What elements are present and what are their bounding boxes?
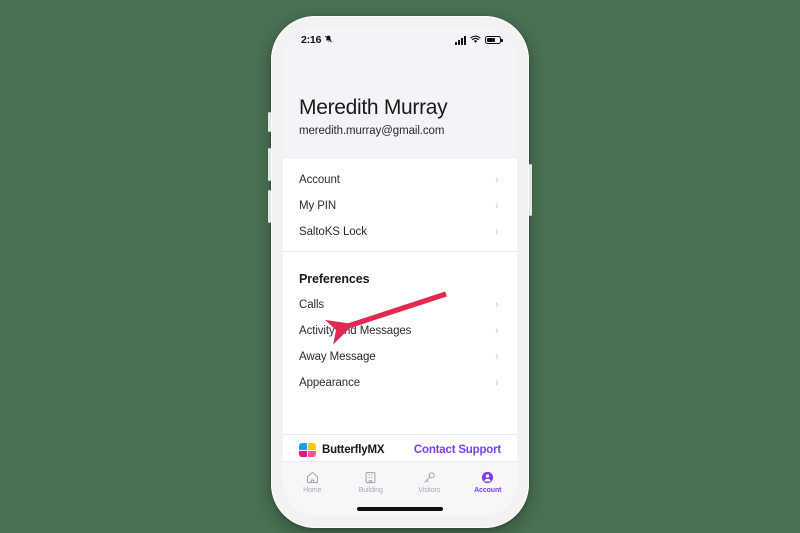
preferences-section-title: Preferences — [299, 272, 370, 287]
page-title: Meredith Murray — [299, 96, 448, 119]
settings-row-my-pin[interactable]: My PIN › — [283, 193, 517, 219]
cellular-signal-icon — [455, 35, 466, 45]
home-indicator[interactable] — [357, 507, 443, 511]
status-bar: 2:16 — [283, 28, 517, 52]
status-bar-left: 2:16 — [301, 31, 333, 49]
settings-row-label: Appearance — [299, 377, 361, 390]
building-icon — [363, 470, 378, 485]
phone-screen: 2:16 Meredith Murray meredith.murray@gma… — [283, 28, 517, 516]
volume-up-button[interactable] — [268, 148, 271, 181]
status-bar-right — [455, 31, 503, 49]
tab-label: Account — [474, 487, 502, 494]
settings-row-saltoks-lock[interactable]: SaltoKS Lock › — [283, 219, 517, 245]
bottom-tab-bar: Home Building Visitors Account — [283, 461, 517, 502]
settings-row-label: SaltoKS Lock — [299, 226, 367, 239]
profile-header: Meredith Murray meredith.murray@gmail.co… — [283, 52, 517, 160]
chevron-right-icon: › — [495, 199, 499, 212]
brand-name: ButterflyMX — [322, 444, 385, 456]
silent-switch-button[interactable] — [268, 112, 271, 132]
tab-label: Visitors — [418, 487, 441, 494]
settings-list: Account › My PIN › SaltoKS Lock › Prefer… — [283, 159, 517, 434]
tab-label: Building — [358, 487, 383, 494]
profile-email: meredith.murray@gmail.com — [299, 125, 445, 138]
account-settings-group: Account › My PIN › SaltoKS Lock › — [283, 159, 517, 251]
tab-home[interactable]: Home — [283, 470, 342, 494]
home-indicator-area — [283, 502, 517, 516]
brand-lockup: ButterflyMX — [299, 443, 385, 457]
chevron-right-icon: › — [495, 173, 499, 186]
home-icon — [305, 470, 320, 485]
settings-row-account[interactable]: Account › — [283, 167, 517, 193]
butterfly-logo-icon — [299, 443, 316, 457]
tab-visitors[interactable]: Visitors — [400, 470, 459, 494]
contact-support-link[interactable]: Contact Support — [414, 444, 501, 456]
key-icon — [422, 470, 437, 485]
chevron-right-icon: › — [495, 376, 499, 389]
tab-account[interactable]: Account — [459, 470, 518, 494]
tab-label: Home — [303, 487, 322, 494]
settings-row-appearance[interactable]: Appearance › — [283, 370, 517, 396]
tab-building[interactable]: Building — [342, 470, 401, 494]
bell-slash-icon — [324, 31, 333, 49]
footer-brand-bar: ButterflyMX Contact Support — [283, 434, 517, 461]
volume-down-button[interactable] — [268, 190, 271, 223]
settings-row-label: My PIN — [299, 200, 337, 213]
chevron-right-icon: › — [495, 298, 499, 311]
status-bar-time: 2:16 — [301, 34, 322, 46]
phone-device-frame: 2:16 Meredith Murray meredith.murray@gma… — [268, 16, 532, 528]
chevron-right-icon: › — [495, 324, 499, 337]
preferences-group: Preferences Calls › Activity and Message… — [283, 252, 517, 402]
battery-icon — [485, 36, 503, 44]
settings-row-label: Account — [299, 174, 340, 187]
settings-row-away-message[interactable]: Away Message › — [283, 344, 517, 370]
person-circle-icon — [480, 470, 495, 485]
chevron-right-icon: › — [495, 225, 499, 238]
wifi-icon — [470, 31, 481, 49]
settings-row-calls[interactable]: Calls › — [283, 292, 517, 318]
settings-row-label: Activity and Messages — [299, 325, 412, 338]
power-button[interactable] — [529, 164, 532, 216]
settings-row-label: Away Message — [299, 351, 376, 364]
chevron-right-icon: › — [495, 350, 499, 363]
settings-row-activity-and-messages[interactable]: Activity and Messages › — [283, 318, 517, 344]
settings-row-label: Calls — [299, 299, 325, 312]
